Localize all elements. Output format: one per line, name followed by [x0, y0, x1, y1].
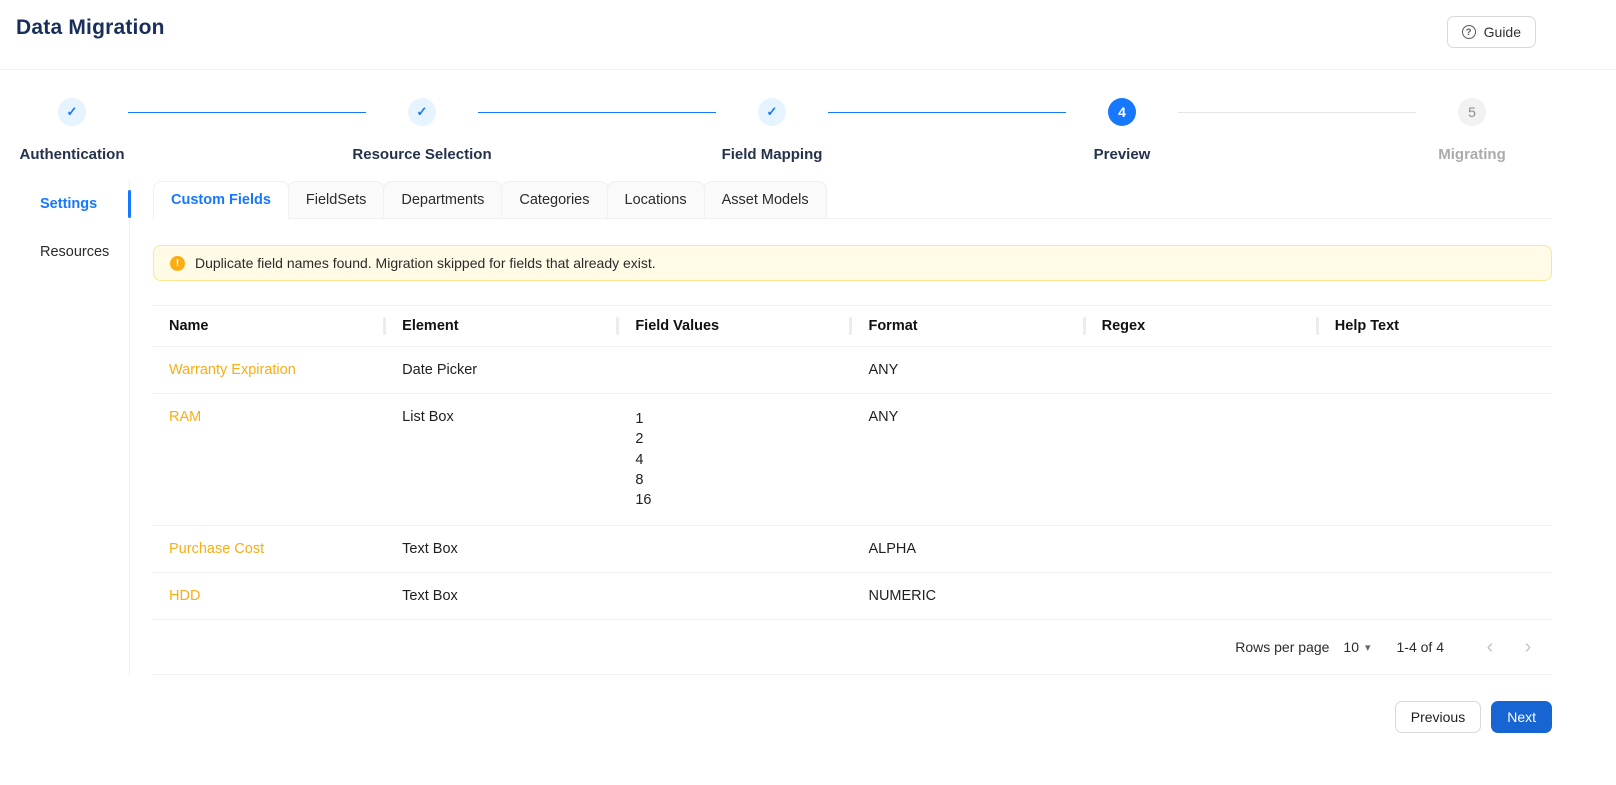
field-name-link[interactable]: Purchase Cost: [169, 541, 264, 557]
field-name-link[interactable]: HDD: [169, 588, 200, 604]
regex-cell: [1085, 393, 1319, 527]
table-header-row: Name Element Field Values Format Regex H…: [153, 305, 1552, 347]
column-header-element: Element: [386, 305, 620, 347]
step-label: Preview: [1093, 146, 1151, 163]
page-header: Data Migration ? Guide: [0, 0, 1616, 70]
help-text-cell: [1318, 525, 1552, 574]
warning-icon: !: [170, 255, 185, 271]
tab-asset-models[interactable]: Asset Models: [703, 181, 827, 218]
element-cell: List Box: [386, 393, 620, 527]
previous-button[interactable]: Previous: [1394, 701, 1482, 734]
guide-button[interactable]: ? Guide: [1446, 16, 1536, 48]
field-values-cell: [619, 572, 853, 621]
field-values-cell: [619, 346, 853, 394]
step-label: Migrating: [1438, 146, 1506, 163]
name-cell: RAM: [153, 393, 387, 527]
column-header-regex: Regex: [1085, 305, 1319, 347]
field-values-cell: [619, 525, 853, 574]
tab-locations[interactable]: Locations: [606, 181, 705, 218]
rows-per-page-value: 10: [1343, 639, 1359, 656]
help-text-cell: [1318, 572, 1552, 621]
step-connector: [478, 112, 716, 113]
table-row: RAM List Box 1 2 4 8 16 ANY: [153, 393, 1552, 527]
step-connector: [1178, 112, 1416, 113]
custom-fields-table: Name Element Field Values Format Regex H…: [153, 305, 1552, 621]
help-text-cell: [1318, 346, 1552, 394]
regex-cell: [1085, 525, 1319, 574]
sidebar: Settings Resources: [0, 181, 131, 676]
content: Custom Fields FieldSets Departments Cate…: [153, 181, 1552, 676]
wizard-actions: Previous Next: [0, 675, 1616, 734]
chevron-right-icon: ›: [1524, 636, 1532, 659]
step-resource-selection[interactable]: ✓ Resource Selection: [352, 98, 492, 163]
format-cell: ANY: [852, 393, 1086, 527]
field-value: 16: [635, 492, 652, 509]
tab-fieldsets[interactable]: FieldSets: [287, 181, 385, 218]
format-cell: ALPHA: [852, 525, 1086, 574]
column-header-help-text: Help Text: [1318, 305, 1552, 347]
sidebar-item-settings[interactable]: Settings: [0, 187, 131, 221]
pagination-range: 1-4 of 4: [1396, 639, 1444, 656]
step-label: Authentication: [19, 146, 125, 163]
sidebar-item-resources[interactable]: Resources: [0, 235, 129, 269]
tab-categories[interactable]: Categories: [501, 181, 608, 218]
step-number: 5: [1458, 98, 1486, 126]
step-label: Field Mapping: [721, 146, 823, 163]
element-cell: Date Picker: [386, 346, 620, 394]
check-icon: ✓: [408, 98, 436, 126]
guide-button-label: Guide: [1483, 24, 1521, 40]
step-authentication[interactable]: ✓ Authentication: [16, 98, 128, 163]
field-value: 8: [635, 471, 644, 488]
check-icon: ✓: [758, 98, 786, 126]
step-label: Resource Selection: [352, 146, 492, 163]
regex-cell: [1085, 346, 1319, 394]
stepper: ✓ Authentication ✓ Resource Selection ✓ …: [0, 70, 1616, 163]
format-cell: NUMERIC: [852, 572, 1086, 621]
help-text-cell: [1318, 393, 1552, 527]
question-circle-icon: ?: [1461, 25, 1476, 39]
tab-custom-fields[interactable]: Custom Fields: [153, 181, 289, 219]
element-cell: Text Box: [386, 525, 620, 574]
column-header-field-values: Field Values: [619, 305, 853, 347]
field-value: 2: [635, 431, 644, 448]
field-value: 1: [635, 411, 644, 427]
step-preview[interactable]: 4 Preview: [1066, 98, 1178, 163]
rows-per-page-select[interactable]: 10 ▾: [1343, 639, 1370, 655]
pagination-prev-button[interactable]: ‹: [1474, 631, 1506, 663]
field-value: 4: [635, 451, 644, 468]
warning-banner: ! Duplicate field names found. Migration…: [153, 245, 1552, 281]
regex-cell: [1085, 572, 1319, 621]
column-header-name: Name: [153, 305, 387, 347]
main-layout: Settings Resources Custom Fields FieldSe…: [0, 181, 1616, 676]
warning-banner-message: Duplicate field names found. Migration s…: [195, 255, 656, 271]
field-values-cell: 1 2 4 8 16: [619, 393, 853, 527]
field-name-link[interactable]: Warranty Expiration: [169, 362, 296, 378]
table-row: Purchase Cost Text Box ALPHA: [153, 525, 1552, 574]
step-number: 4: [1108, 98, 1136, 126]
step-connector: [128, 112, 366, 113]
column-header-format: Format: [852, 305, 1086, 347]
element-cell: Text Box: [386, 572, 620, 621]
chevron-left-icon: ‹: [1486, 636, 1494, 659]
pagination-next-button[interactable]: ›: [1512, 631, 1544, 663]
format-cell: ANY: [852, 346, 1086, 394]
rows-per-page-label: Rows per page: [1235, 639, 1330, 656]
table-row: Warranty Expiration Date Picker ANY: [153, 346, 1552, 394]
check-icon: ✓: [58, 98, 86, 126]
step-migrating: 5 Migrating: [1416, 98, 1528, 163]
caret-down-icon: ▾: [1364, 641, 1371, 654]
tabbar: Custom Fields FieldSets Departments Cate…: [153, 181, 1552, 219]
name-cell: HDD: [153, 572, 387, 621]
step-connector: [828, 112, 1066, 113]
table-row: HDD Text Box NUMERIC: [153, 572, 1552, 621]
table-footer: Rows per page 10 ▾ 1-4 of 4 ‹ ›: [153, 620, 1552, 676]
step-field-mapping[interactable]: ✓ Field Mapping: [716, 98, 828, 163]
next-button[interactable]: Next: [1491, 701, 1552, 734]
name-cell: Purchase Cost: [153, 525, 387, 574]
tab-departments[interactable]: Departments: [383, 181, 503, 218]
name-cell: Warranty Expiration: [153, 346, 387, 394]
page-title: Data Migration: [16, 16, 165, 39]
field-name-link[interactable]: RAM: [169, 409, 201, 425]
